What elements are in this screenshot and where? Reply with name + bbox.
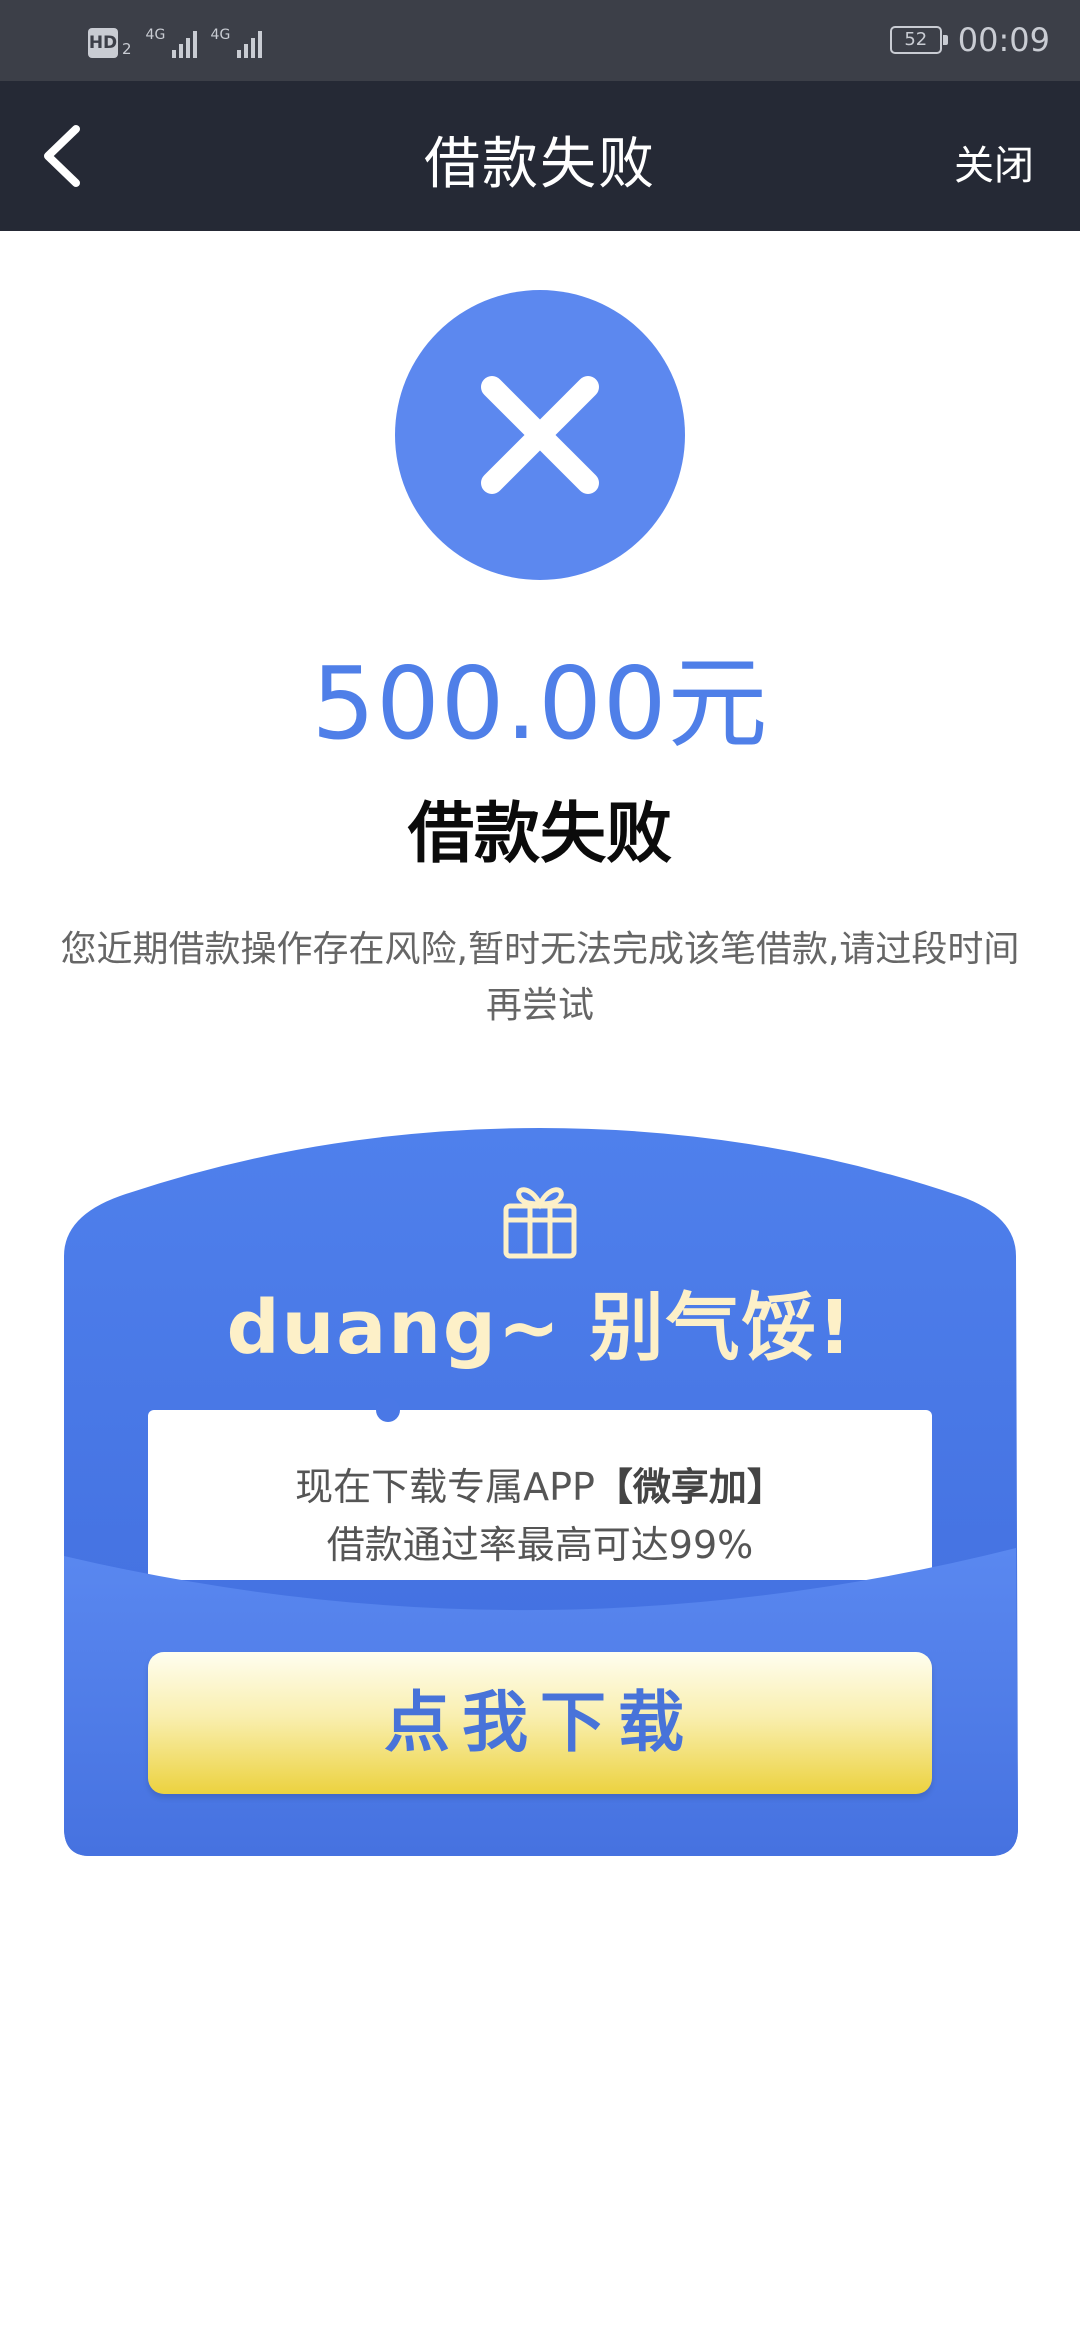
close-button[interactable]: 关闭	[954, 133, 1034, 191]
nav-bar: 借款失败 关闭	[0, 81, 1080, 231]
signal-icon: 4G	[146, 27, 197, 58]
failure-icon	[395, 290, 685, 580]
network-type-label-2: 4G	[210, 27, 231, 43]
promo-headline: duang~ 别气馁!	[226, 1285, 854, 1371]
promo-app-name: 【微享加】	[594, 1465, 785, 1509]
hd-icon: HD	[88, 28, 118, 58]
status-icons-left: HD 2 4G 4G	[88, 22, 262, 58]
network-type-label: 4G	[145, 27, 166, 43]
result-description: 您近期借款操作存在风险,暂时无法完成该笔借款,请过段时间再尝试	[60, 929, 1020, 1026]
close-x-icon	[481, 376, 599, 494]
promo-note-line-2: 借款通过率最高可达99%	[326, 1523, 754, 1567]
battery-icon: 52	[889, 26, 948, 54]
clock: 00:09	[957, 21, 1050, 59]
page-title: 借款失败	[424, 132, 656, 197]
promo-note-line-1: 现在下载专属APP【微享加】	[148, 1458, 932, 1516]
loan-amount: 500.00元	[311, 645, 769, 762]
promo-note-prefix: 现在下载专属APP	[295, 1465, 595, 1509]
status-icons-right: 52 00:09	[889, 18, 1050, 62]
signal-icon-2: 4G	[211, 27, 262, 58]
result-title: 借款失败	[408, 795, 672, 872]
gift-icon	[503, 1187, 577, 1259]
download-button[interactable]: 点我下载	[148, 1652, 932, 1794]
promo-note: 现在下载专属APP【微享加】 借款通过率最高可达99%	[148, 1458, 932, 1574]
hd-sub-label: 2	[122, 40, 132, 58]
status-bar: HD 2 4G 4G 52 00:09	[0, 0, 1080, 81]
promo-card: duang~ 别气馁! 现在下载专属APP【微享加】 借款通过率最高可达99% …	[60, 1128, 1020, 1858]
